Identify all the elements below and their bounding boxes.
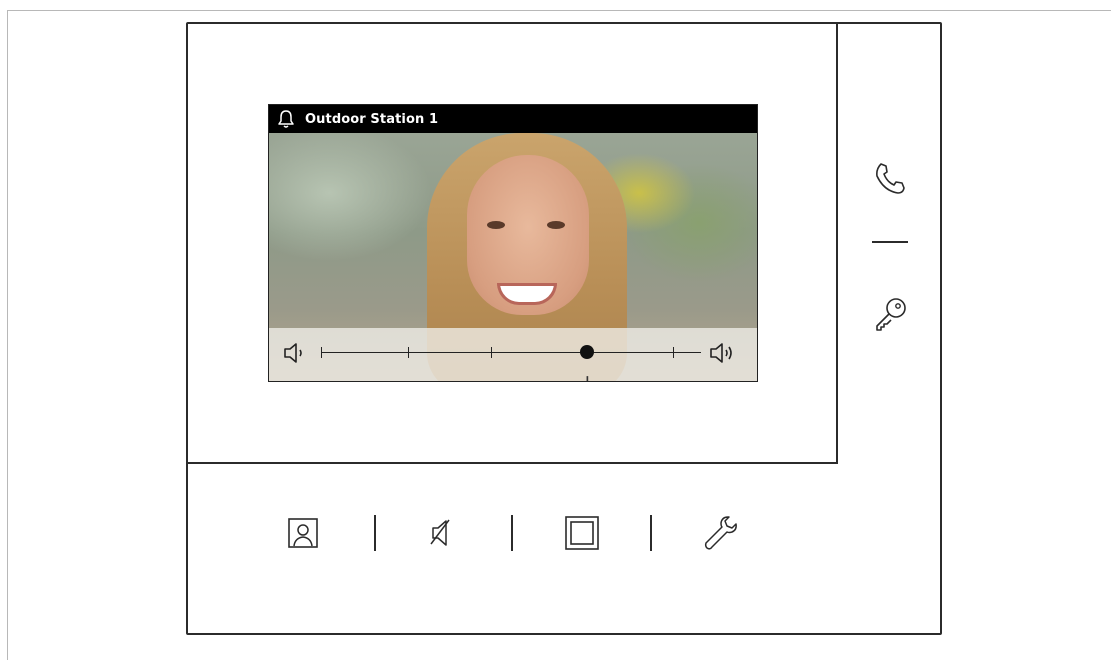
volume-minus-label: − xyxy=(431,370,448,382)
speaker-low-icon[interactable] xyxy=(283,342,309,364)
bezel-divider-horizontal xyxy=(186,462,838,464)
volume-panel: − + xyxy=(269,328,757,382)
station-name: Outdoor Station 1 xyxy=(305,111,439,127)
camera-feed: − + xyxy=(269,133,757,382)
bottom-separator xyxy=(650,515,652,551)
bell-icon xyxy=(278,110,294,128)
bezel-divider-vertical xyxy=(836,23,838,464)
camera-person-eye xyxy=(487,221,505,229)
speaker-high-icon[interactable] xyxy=(709,342,735,364)
volume-slider-thumb[interactable] xyxy=(580,345,594,359)
volume-tick xyxy=(673,347,674,358)
contact-icon xyxy=(288,518,318,548)
window-button[interactable] xyxy=(562,513,602,553)
volume-plus-label: + xyxy=(579,370,596,382)
volume-tick xyxy=(491,347,492,358)
volume-tick xyxy=(408,347,409,358)
contact-button[interactable] xyxy=(283,513,323,553)
window-icon xyxy=(565,516,599,550)
mute-icon xyxy=(430,519,450,546)
wrench-icon xyxy=(704,516,737,550)
key-icon xyxy=(876,298,906,331)
bottom-separator xyxy=(374,515,376,551)
volume-tick xyxy=(321,347,322,358)
mute-button[interactable] xyxy=(422,513,462,553)
settings-button[interactable] xyxy=(700,513,740,553)
video-screen: − + Outdoor Station 1 xyxy=(268,104,758,382)
door-unlock-button[interactable] xyxy=(868,292,912,336)
volume-slider[interactable] xyxy=(321,345,701,359)
call-button[interactable] xyxy=(868,156,912,200)
phone-icon xyxy=(876,163,905,194)
side-separator xyxy=(872,241,908,243)
bottom-separator xyxy=(511,515,513,551)
status-bar: Outdoor Station 1 xyxy=(269,105,757,133)
camera-person-eye xyxy=(547,221,565,229)
